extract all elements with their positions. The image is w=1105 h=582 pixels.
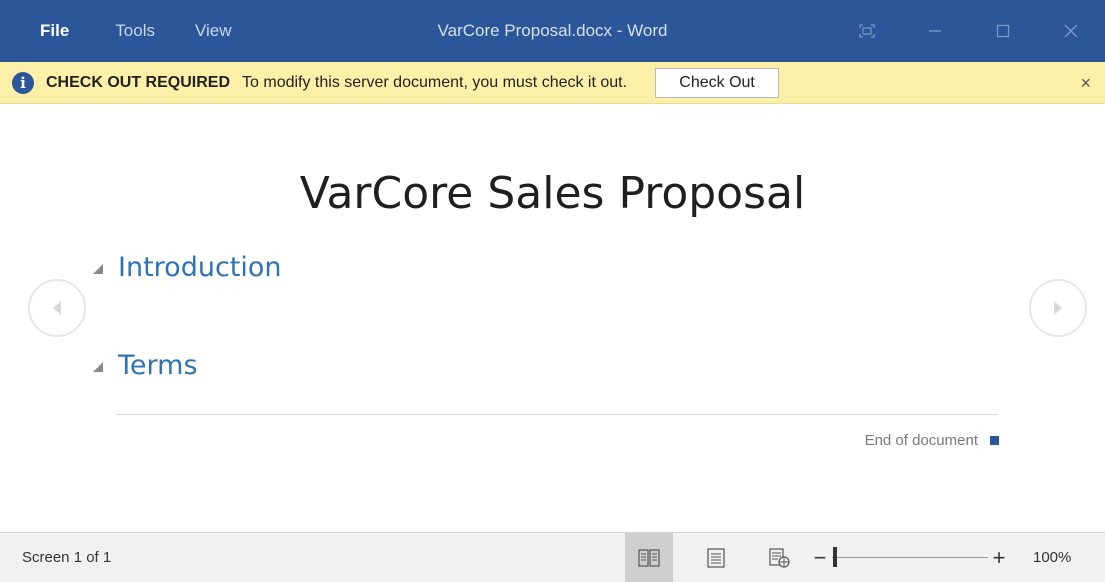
status-bar: Screen 1 of 1 − + 100% bbox=[0, 532, 1105, 582]
fullscreen-button[interactable] bbox=[833, 0, 901, 62]
previous-screen-button[interactable] bbox=[28, 279, 86, 337]
message-title: CHECK OUT REQUIRED bbox=[46, 73, 231, 91]
maximize-button[interactable] bbox=[969, 0, 1037, 62]
fullscreen-icon bbox=[859, 24, 875, 38]
message-text: To modify this server document, you must… bbox=[242, 73, 628, 91]
section-heading: Terms bbox=[118, 350, 198, 381]
web-layout-icon bbox=[769, 548, 790, 568]
menu-tools[interactable]: Tools bbox=[115, 0, 155, 62]
divider bbox=[116, 414, 998, 415]
message-bar: i CHECK OUT REQUIRED To modify this serv… bbox=[0, 62, 1105, 104]
menu-file[interactable]: File bbox=[40, 0, 69, 62]
window-controls bbox=[833, 0, 1105, 62]
collapse-triangle-icon[interactable] bbox=[90, 358, 106, 374]
read-mode-icon bbox=[638, 549, 660, 567]
info-icon: i bbox=[12, 71, 34, 94]
zoom-in-button[interactable]: + bbox=[988, 533, 1010, 582]
menu-view[interactable]: View bbox=[195, 0, 232, 62]
web-layout-button[interactable] bbox=[756, 533, 804, 582]
zoom-level[interactable]: 100% bbox=[1033, 533, 1071, 582]
minimize-button[interactable] bbox=[901, 0, 969, 62]
section-terms[interactable]: Terms bbox=[90, 350, 198, 381]
section-introduction[interactable]: Introduction bbox=[90, 252, 282, 283]
chevron-left-icon bbox=[53, 301, 61, 315]
zoom-slider-track[interactable] bbox=[832, 557, 988, 558]
chevron-right-icon bbox=[1054, 301, 1062, 315]
print-layout-button[interactable] bbox=[692, 533, 740, 582]
end-marker-icon bbox=[990, 436, 999, 445]
close-button[interactable] bbox=[1037, 0, 1105, 62]
document-heading: VarCore Sales Proposal bbox=[299, 168, 806, 219]
close-message-icon[interactable]: × bbox=[1080, 72, 1091, 94]
page-indicator: Screen 1 of 1 bbox=[22, 549, 112, 566]
next-screen-button[interactable] bbox=[1029, 279, 1087, 337]
end-of-document-label: End of document bbox=[864, 432, 978, 449]
check-out-button[interactable]: Check Out bbox=[655, 67, 780, 98]
collapse-triangle-icon[interactable] bbox=[90, 260, 106, 276]
print-layout-icon bbox=[707, 548, 725, 568]
section-heading: Introduction bbox=[118, 252, 282, 283]
menu-bar: File Tools View bbox=[0, 0, 232, 62]
zoom-out-button[interactable]: − bbox=[810, 533, 830, 582]
close-icon bbox=[1064, 24, 1078, 38]
end-of-document: End of document bbox=[865, 432, 999, 449]
read-mode-button[interactable] bbox=[625, 533, 673, 582]
maximize-icon bbox=[996, 24, 1010, 38]
document-area: VarCore Sales Proposal Introduction Term… bbox=[0, 104, 1105, 532]
zoom-slider-thumb[interactable] bbox=[833, 547, 838, 567]
title-bar: File Tools View VarCore Proposal.docx - … bbox=[0, 0, 1105, 62]
minimize-icon bbox=[929, 30, 941, 32]
